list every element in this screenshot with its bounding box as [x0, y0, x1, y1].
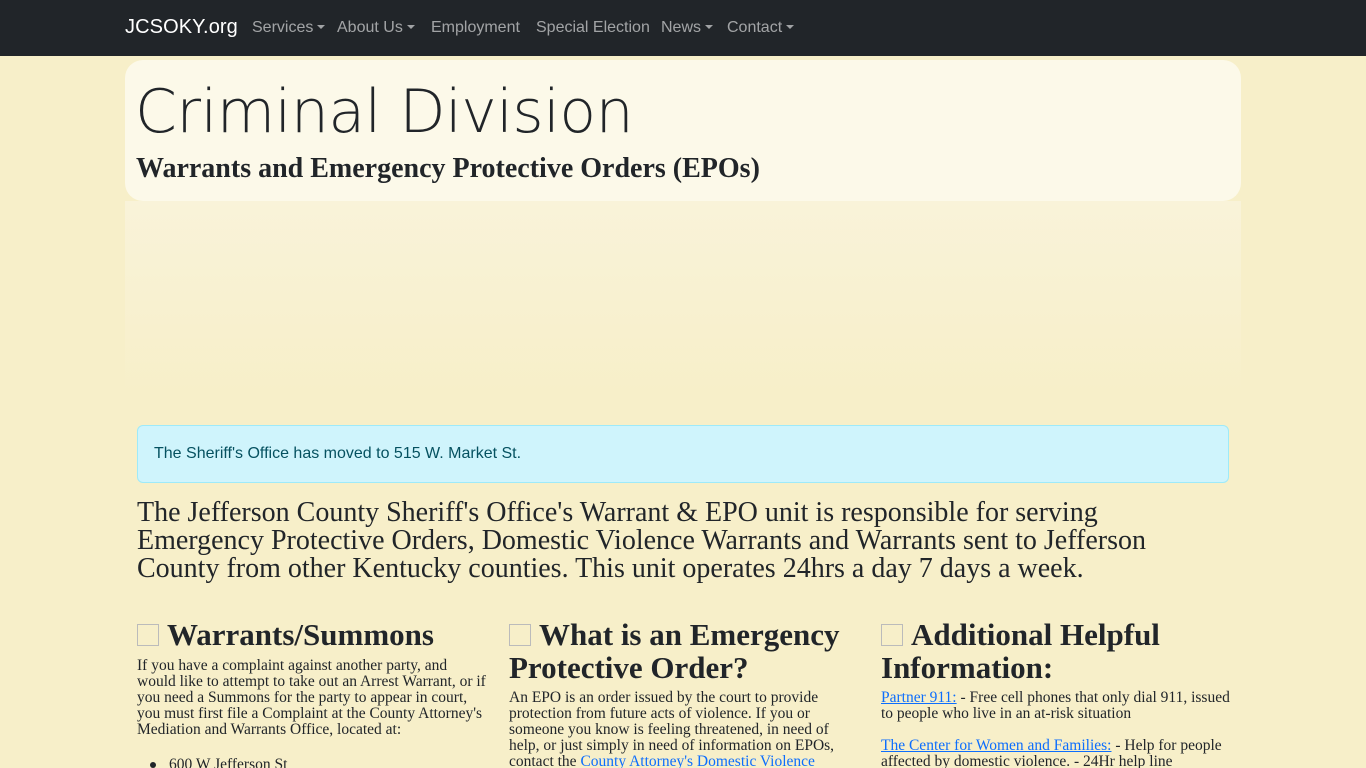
nav-item-label: Employment [431, 19, 520, 36]
caret-down-icon [786, 25, 795, 29]
page-subtitle: Warrants and Emergency Protective Orders… [136, 153, 760, 184]
women-families-link[interactable]: The Center for Women and Families: [881, 737, 1111, 754]
nav-item-label: Special Election [536, 19, 650, 36]
county-attorney-dv-link[interactable]: County Attorney's Domestic Violence [580, 753, 814, 768]
partner-911-link[interactable]: Partner 911: [881, 689, 957, 706]
page-title: Criminal Division [135, 77, 634, 147]
notice-alert: The Sheriff's Office has moved to 515 W.… [137, 425, 1229, 483]
warrants-text: If you have a complaint against another … [137, 657, 486, 738]
info-heading-text: Additional Helpful Information: [881, 617, 1160, 685]
nav-contact-dropdown[interactable]: Contact [727, 19, 795, 37]
nav-about-us-dropdown[interactable]: About Us [337, 19, 415, 37]
caret-down-icon [705, 25, 714, 29]
nav-news-dropdown[interactable]: News [661, 19, 714, 37]
warrants-heading-text: Warrants/Summons [167, 617, 434, 652]
caret-down-icon [406, 25, 415, 29]
nav-services-dropdown[interactable]: Services [252, 19, 326, 37]
women-families-item: The Center for Women and Families: - Hel… [881, 738, 1231, 768]
epo-text: An EPO is an order issued by the court t… [509, 690, 854, 768]
nav-item-label: Services [252, 19, 314, 36]
info-heading: Additional Helpful Information: [881, 618, 1231, 684]
brand-link[interactable]: JCSOKY.org [125, 16, 238, 39]
caret-down-icon [317, 25, 326, 29]
nav-special-election-link[interactable]: Special Election [536, 19, 650, 37]
info-icon [881, 624, 903, 646]
alert-text: The Sheriff's Office has moved to 515 W.… [154, 445, 522, 462]
shield-icon [509, 624, 531, 646]
nav-employment-link[interactable]: Employment [431, 19, 520, 37]
warrants-heading: Warrants/Summons [137, 618, 487, 651]
ad-placeholder [125, 201, 1241, 391]
document-icon [137, 624, 159, 646]
warrants-address: 600 W Jefferson St [169, 756, 288, 768]
intro-paragraph: The Jefferson County Sheriff's Office's … [137, 497, 1147, 584]
list-bullet [150, 762, 156, 768]
nav-item-label: Contact [727, 19, 783, 36]
top-navbar: JCSOKY.org Services About Us Employment … [0, 0, 1366, 56]
partner-911-item: Partner 911: - Free cell phones that onl… [881, 690, 1231, 722]
nav-item-label: News [661, 19, 702, 36]
epo-heading-text: What is an Emergency Protective Order? [509, 617, 840, 685]
epo-heading: What is an Emergency Protective Order? [509, 618, 859, 684]
nav-item-label: About Us [337, 19, 403, 36]
